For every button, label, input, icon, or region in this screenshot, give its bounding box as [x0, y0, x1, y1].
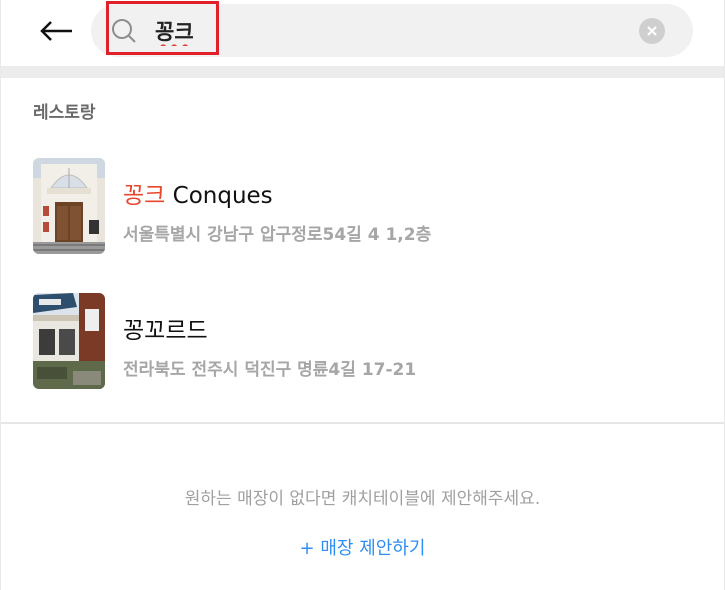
restaurant-thumbnail: [33, 158, 105, 254]
back-arrow-icon: [40, 21, 72, 41]
result-item-conques[interactable]: 꽁크 Conques 서울특별시 강남구 압구정로54길 4 1,2층: [33, 158, 693, 254]
section-title: 레스토랑: [33, 103, 96, 123]
search-page: 레스토랑 꽁크 Conques 서울특별시 강남구: [0, 0, 725, 590]
clear-search-button[interactable]: [639, 18, 665, 44]
search-bar[interactable]: [91, 4, 693, 57]
suggest-store-link[interactable]: + 매장 제안하기: [1, 534, 724, 560]
restaurant-address: 서울특별시 강남구 압구정로54길 4 1,2층: [123, 225, 432, 245]
restaurant-name-rest: Conques: [165, 183, 273, 209]
search-header: [1, 0, 724, 64]
results-divider: [1, 422, 724, 424]
restaurant-storefront-photo-icon: [33, 293, 105, 389]
restaurant-name-rest: 꽁꼬르드: [123, 318, 208, 344]
matched-query-text: 꽁크: [123, 183, 166, 209]
back-button[interactable]: [37, 14, 77, 48]
restaurant-name: 꽁크 Conques: [123, 176, 273, 210]
restaurant-name: 꽁꼬르드: [123, 311, 208, 345]
restaurant-thumbnail: [33, 293, 105, 389]
search-icon: [112, 19, 136, 43]
restaurant-address: 전라북도 전주시 덕진구 명륜4길 17-21: [123, 360, 417, 380]
restaurant-storefront-photo-icon: [33, 158, 105, 254]
header-divider: [1, 66, 724, 78]
suggest-hint-text: 원하는 매장이 없다면 캐치테이블에 제안해주세요.: [184, 489, 541, 509]
close-icon: [647, 26, 657, 36]
search-input[interactable]: [155, 15, 245, 47]
result-item-concorde[interactable]: 꽁꼬르드 전라북도 전주시 덕진구 명륜4길 17-21: [33, 293, 693, 389]
